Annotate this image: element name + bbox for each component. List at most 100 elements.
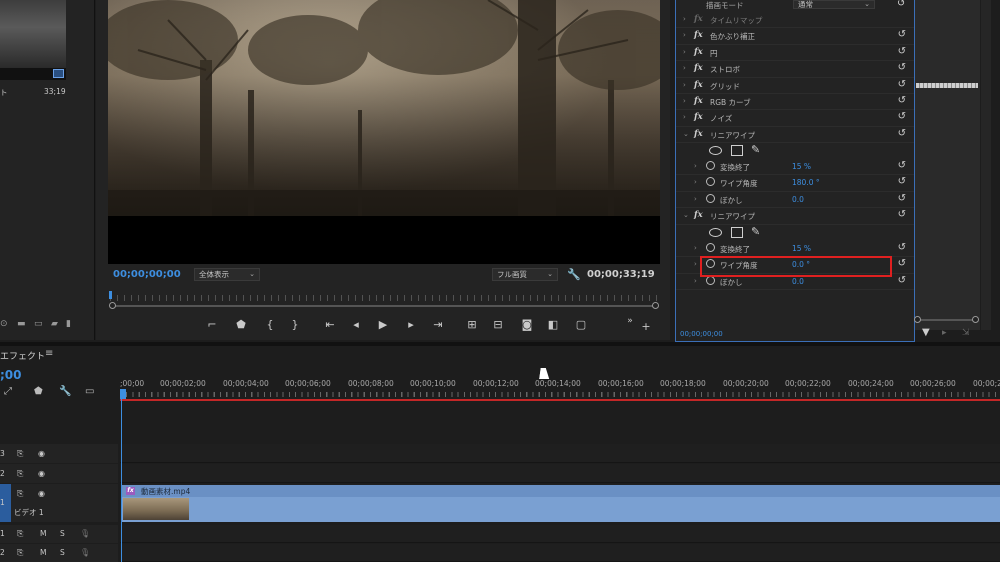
effect-row-linear-wipe-2[interactable]: ⌄ fx リニアワイプ ↺ [676,208,914,225]
fx-toggle-icon[interactable]: fx [694,47,703,57]
comparison-view-icon[interactable]: ◧ [545,318,561,332]
prop-value[interactable]: 15 % [792,162,811,171]
pen-mask-icon[interactable]: ✎ [751,225,760,238]
timeline-playhead-marker[interactable] [120,389,126,399]
fx-toggle-icon[interactable]: fx [694,112,703,122]
expand-arrow-icon[interactable]: › [694,277,697,285]
scroll-handle-left[interactable] [914,316,921,323]
wrench-icon[interactable]: 🔧 [59,386,71,397]
scroll-handle-left[interactable] [109,302,116,309]
monitor-time-ruler[interactable] [110,295,658,301]
effect-controls-timecode[interactable]: 00;00;00;00 [680,330,723,338]
eye-icon[interactable]: ◉ [38,449,45,458]
fx-toggle-icon[interactable]: fx [694,210,703,220]
effect-row-noise[interactable]: › fx ノイズ ↺ [676,110,914,127]
expand-arrow-icon[interactable]: › [694,178,697,186]
go-to-in-icon[interactable]: ⇤ [322,318,338,332]
ellipse-mask-icon[interactable] [709,228,722,237]
lift-icon[interactable]: ⊞ [464,318,480,332]
timeline-timecode[interactable]: ;00 [0,368,22,382]
sync-lock-icon[interactable]: ⎘ [17,449,23,459]
extract-icon[interactable]: ⊟ [490,318,506,332]
reset-icon[interactable]: ↺ [898,160,906,171]
mute-button[interactable]: M [40,529,46,538]
new-bin-icon[interactable]: ▬ [17,320,27,329]
expand-arrow-icon[interactable]: › [683,64,686,72]
expand-arrow-icon[interactable]: › [683,97,686,105]
filter-icon[interactable]: ▼ [922,327,930,338]
play-icon[interactable]: ▶ [376,318,390,332]
scroll-handle-right[interactable] [972,316,979,323]
expand-arrow-icon[interactable]: › [694,162,697,170]
ellipse-mask-icon[interactable] [709,146,722,155]
track-v3[interactable] [120,444,1000,463]
prop-value[interactable]: 180.0 ° [792,178,820,187]
reset-icon[interactable]: ↺ [898,176,906,187]
prop-value[interactable]: 15 % [792,244,811,253]
mark-out-bracket-icon[interactable]: } [288,318,302,332]
reset-icon[interactable]: ↺ [898,258,906,269]
expand-arrow-icon[interactable]: › [683,15,686,23]
prop-transition-completion-1[interactable]: › 変換終了 15 % ↺ [676,159,914,176]
effect-row-rgb-curves[interactable]: › fx RGB カーブ ↺ [676,94,914,111]
timeline-panel-title[interactable]: エフェクト [0,349,45,362]
nest-toggle-icon[interactable]: ⤢ [4,386,12,397]
expand-arrow-icon[interactable]: › [694,244,697,252]
effect-row-circle[interactable]: › fx 円 ↺ [676,45,914,62]
captions-icon[interactable]: ▭ [85,386,94,397]
microphone-icon[interactable]: 🎙 [80,529,90,538]
collapse-arrow-icon[interactable]: ⌄ [683,130,689,138]
resolution-select[interactable]: フル画質 ⌄ [492,268,558,281]
wrench-icon[interactable]: 🔧 [567,268,581,281]
project-thumbnail[interactable] [0,0,66,68]
mark-in-icon[interactable]: ⌐ [205,318,219,332]
fx-toggle-icon[interactable]: fx [694,30,703,40]
step-back-icon[interactable]: ◂ [349,318,363,332]
effect-row-time-remap[interactable]: › fx タイムリマップ [676,12,914,29]
solo-button[interactable]: S [60,548,65,557]
camera-icon[interactable]: ◙ [519,318,535,332]
work-area-bar[interactable] [120,399,1000,401]
track-v2[interactable] [120,464,1000,483]
track-a1[interactable] [120,525,1000,543]
play-audio-icon[interactable]: ▸ [942,328,947,338]
expand-arrow-icon[interactable]: › [683,31,686,39]
step-forward-icon[interactable]: ▸ [404,318,418,332]
prop-transition-completion-2[interactable]: › 変換終了 15 % ↺ [676,241,914,258]
eye-icon[interactable]: ◉ [38,469,45,478]
eye-icon[interactable]: ◉ [38,489,45,498]
track-a2[interactable] [120,544,1000,562]
panel-menu-icon[interactable]: ≡ [45,348,53,359]
reset-icon[interactable]: ↺ [897,0,905,9]
fx-toggle-icon[interactable]: fx [694,129,703,139]
reset-icon[interactable]: ↺ [898,111,906,122]
stopwatch-icon[interactable] [706,161,715,170]
timeline-playhead-line[interactable] [121,399,122,562]
button-editor-icon[interactable]: + [639,320,653,334]
reset-icon[interactable]: ↺ [898,29,906,40]
rectangle-mask-icon[interactable] [731,145,743,156]
prop-wipe-angle-1[interactable]: › ワイプ角度 180.0 ° ↺ [676,175,914,192]
solo-button[interactable]: S [60,529,65,538]
reset-icon[interactable]: ↺ [898,62,906,73]
effect-controls-vertical-scrollbar[interactable] [981,0,991,330]
reset-icon[interactable]: ↺ [898,209,906,220]
go-to-out-icon[interactable]: ⇥ [430,318,446,332]
effect-row-strobe[interactable]: › fx ストロボ ↺ [676,61,914,78]
sync-lock-icon[interactable]: ⎘ [17,529,23,539]
add-marker-icon[interactable]: ⬟ [34,386,43,397]
more-buttons-icon[interactable]: » [625,314,635,328]
panel-divider[interactable] [0,342,1000,346]
safe-margins-icon[interactable]: ▢ [573,318,589,332]
prop-value[interactable]: 0.0 [792,195,804,204]
bin-icon[interactable]: ▭ [34,320,44,329]
fx-toggle-icon[interactable]: fx [694,14,703,24]
sync-lock-icon[interactable]: ⎘ [17,548,23,558]
reset-icon[interactable]: ↺ [898,46,906,57]
reset-icon[interactable]: ↺ [898,193,906,204]
export-icon[interactable]: ⇲ [962,328,970,338]
sync-lock-icon[interactable]: ⎘ [17,469,23,479]
monitor-zoom-scrollbar[interactable] [110,305,658,307]
mark-in-bracket-icon[interactable]: { [263,318,277,332]
stopwatch-icon[interactable] [706,177,715,187]
